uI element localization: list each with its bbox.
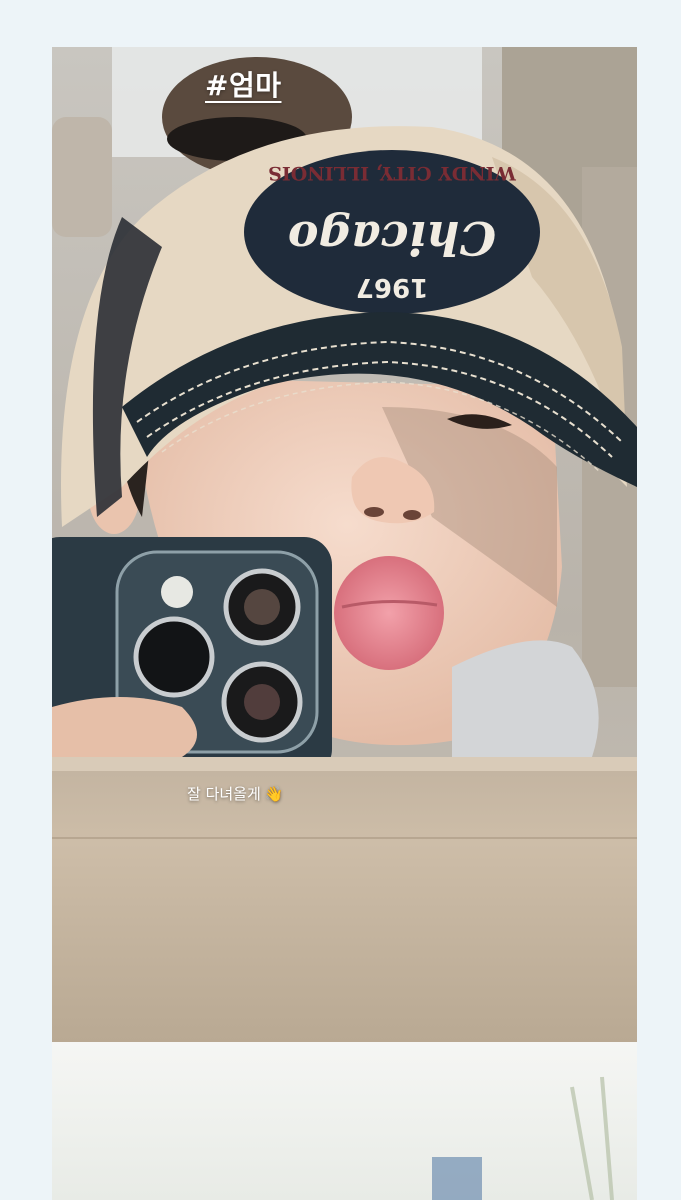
selfie-illustration: WINDY CITY, ILLINOIS Chicago 1967 bbox=[52, 47, 637, 1200]
hashtag-sticker[interactable]: #엄마 bbox=[205, 66, 281, 106]
hashtag-text: #엄마 bbox=[205, 69, 282, 102]
story-caption: 잘 다녀올게 👋 bbox=[187, 780, 283, 808]
cap-text-year: 1967 bbox=[356, 272, 428, 302]
story-frame: WINDY CITY, ILLINOIS Chicago 1967 #엄마 잘 … bbox=[0, 0, 681, 1200]
waving-hand-icon: 👋 bbox=[264, 785, 284, 803]
cap-text-top: WINDY CITY, ILLINOIS bbox=[268, 162, 517, 184]
cap-text-script: Chicago bbox=[288, 211, 496, 265]
story-photo: WINDY CITY, ILLINOIS Chicago 1967 bbox=[52, 47, 637, 1200]
caption-text: 잘 다녀올게 bbox=[187, 785, 261, 803]
